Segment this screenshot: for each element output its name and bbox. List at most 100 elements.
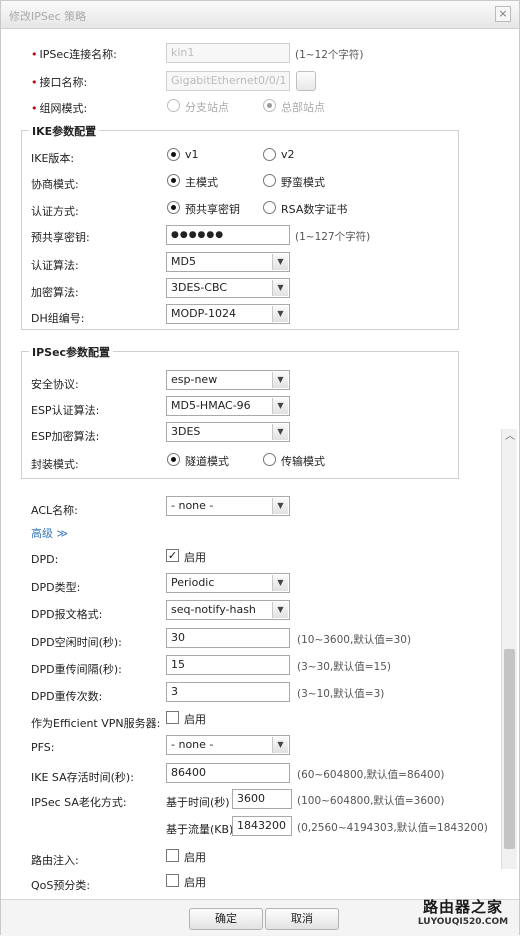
negotiation-main-label: 主模式 [185,176,218,189]
ike-group-title: IKE参数配置 [29,123,100,139]
chevron-down-icon[interactable]: ▼ [272,372,288,388]
dpd-type-label: DPD类型: [31,581,81,594]
negotiation-aggressive-label: 野蛮模式 [281,176,325,189]
dpd-format-select[interactable]: seq-notify-hash ▼ [166,600,290,620]
psk-input[interactable]: ●●●●●● [166,225,290,245]
dpd-checkbox[interactable]: ✓ [166,549,179,562]
encap-transport-label: 传输模式 [281,455,325,468]
qos-checkbox[interactable] [166,874,179,887]
ike-version-label: IKE版本: [31,152,75,165]
dpd-label: DPD: [31,553,59,566]
esp-auth-select[interactable]: MD5-HMAC-96 ▼ [166,396,290,416]
vpn-server-checkbox-label: 启用 [184,713,206,726]
interface-browse-button[interactable] [296,71,316,91]
dh-group-select[interactable]: MODP-1024 ▼ [166,304,290,324]
dialog-titlebar: 修改IPSec 策略 × [1,1,519,29]
negotiation-aggressive-radio[interactable] [263,174,276,187]
ike-version-v2-label: v2 [281,148,295,161]
ike-version-v2-radio[interactable] [263,148,276,161]
chevron-down-icon[interactable]: ▼ [272,306,288,322]
scroll-up-icon[interactable]: ︿ [502,429,518,445]
psk-hint: (1~127个字符) [295,231,371,243]
ipsec-sa-traffic-input[interactable]: 1843200 [232,816,292,836]
dialog-title: 修改IPSec 策略 [9,10,87,23]
advanced-toggle-link[interactable]: 高级 ≫ [31,525,68,541]
pfs-label: PFS: [31,741,55,754]
esp-enc-label: ESP加密算法: [31,430,100,443]
dpd-idle-input[interactable]: 30 [166,628,290,648]
network-mode-label: • 组网模式: [31,102,88,115]
encap-tunnel-radio[interactable] [167,453,180,466]
ipsec-group-title: IPSec参数配置 [29,344,114,360]
cancel-button[interactable]: 取消 [265,908,339,930]
auth-method-psk-label: 预共享密钥 [185,203,240,216]
auth-method-rsa-radio[interactable] [263,201,276,214]
encap-transport-radio[interactable] [263,453,276,466]
acl-label: ACL名称: [31,504,78,517]
ipsec-sa-time-input[interactable]: 3600 [232,789,292,809]
dpd-interval-hint: (3~30,默认值=15) [297,661,392,673]
conn-name-hint: (1~12个字符) [295,49,364,61]
chevron-down-icon[interactable]: ▼ [272,280,288,296]
watermark-logo: 路由器之家 LUYOUQI520.COM [407,896,519,936]
auth-alg-label: 认证算法: [31,259,79,272]
conn-name-input[interactable]: kin1 [166,43,290,63]
ike-sa-input[interactable]: 86400 [166,763,290,783]
chevron-down-icon[interactable]: ▼ [272,398,288,414]
negotiation-label: 协商模式: [31,178,79,191]
dpd-retries-input[interactable]: 3 [166,682,290,702]
chevron-down-icon[interactable]: ▼ [272,737,288,753]
chevron-down-icon[interactable]: ▼ [272,254,288,270]
qos-label: QoS预分类: [31,879,91,892]
ipsec-sa-label: IPSec SA老化方式: [31,796,127,809]
psk-label: 预共享密钥: [31,231,90,244]
network-mode-branch-label: 分支站点 [185,101,229,114]
watermark-url: LUYOUQI520.COM [417,917,509,927]
conn-name-label: • IPSec连接名称: [31,48,117,61]
enc-alg-select[interactable]: 3DES-CBC ▼ [166,278,290,298]
chevron-down-icon[interactable]: ▼ [272,424,288,440]
route-inject-checkbox[interactable] [166,849,179,862]
qos-checkbox-label: 启用 [184,876,206,889]
esp-auth-label: ESP认证算法: [31,404,100,417]
route-inject-label: 路由注入: [31,854,79,867]
ike-version-v1-radio[interactable] [167,148,180,161]
watermark-brand: 路由器之家 [422,898,503,916]
ike-sa-label: IKE SA存活时间(秒): [31,771,134,784]
vpn-server-label: 作为Efficient VPN服务器: [31,717,161,730]
ike-version-v1-label: v1 [185,148,199,161]
vpn-server-checkbox[interactable] [166,711,179,724]
dpd-retries-hint: (3~10,默认值=3) [297,688,385,700]
network-mode-branch-radio[interactable] [167,99,180,112]
chevron-down-icon[interactable]: ▼ [272,602,288,618]
scrollbar-thumb[interactable] [504,649,515,849]
protocol-label: 安全协议: [31,378,79,391]
auth-method-psk-radio[interactable] [167,201,180,214]
dh-group-label: DH组编号: [31,312,85,325]
dpd-idle-hint: (10~3600,默认值=30) [297,634,412,646]
ipsec-sa-time-hint: (100~604800,默认值=3600) [297,795,445,807]
dpd-interval-input[interactable]: 15 [166,655,290,675]
ike-sa-hint: (60~604800,默认值=86400) [297,769,445,781]
network-mode-hq-radio[interactable] [263,99,276,112]
auth-method-label: 认证方式: [31,205,79,218]
dpd-checkbox-label: 启用 [184,551,206,564]
protocol-select[interactable]: esp-new ▼ [166,370,290,390]
chevron-down-icon[interactable]: ▼ [272,575,288,591]
esp-enc-select[interactable]: 3DES ▼ [166,422,290,442]
dpd-retries-label: DPD重传次数: [31,690,103,703]
close-icon[interactable]: × [495,6,511,22]
scrollbar[interactable]: ︿ [501,429,517,869]
negotiation-main-radio[interactable] [167,174,180,187]
ipsec-policy-dialog: 修改IPSec 策略 × • IPSec连接名称: kin1 (1~12个字符) … [0,0,520,935]
interface-input[interactable]: GigabitEthernet0/0/1 [166,71,290,91]
acl-select[interactable]: - none - ▼ [166,496,290,516]
pfs-select[interactable]: - none - ▼ [166,735,290,755]
route-inject-checkbox-label: 启用 [184,851,206,864]
chevron-down-icon[interactable]: ▼ [272,498,288,514]
auth-alg-select[interactable]: MD5 ▼ [166,252,290,272]
dpd-type-select[interactable]: Periodic ▼ [166,573,290,593]
ok-button[interactable]: 确定 [189,908,263,930]
ipsec-sa-traffic-label: 基于流量(KB) [166,823,234,836]
dpd-format-label: DPD报文格式: [31,608,103,621]
